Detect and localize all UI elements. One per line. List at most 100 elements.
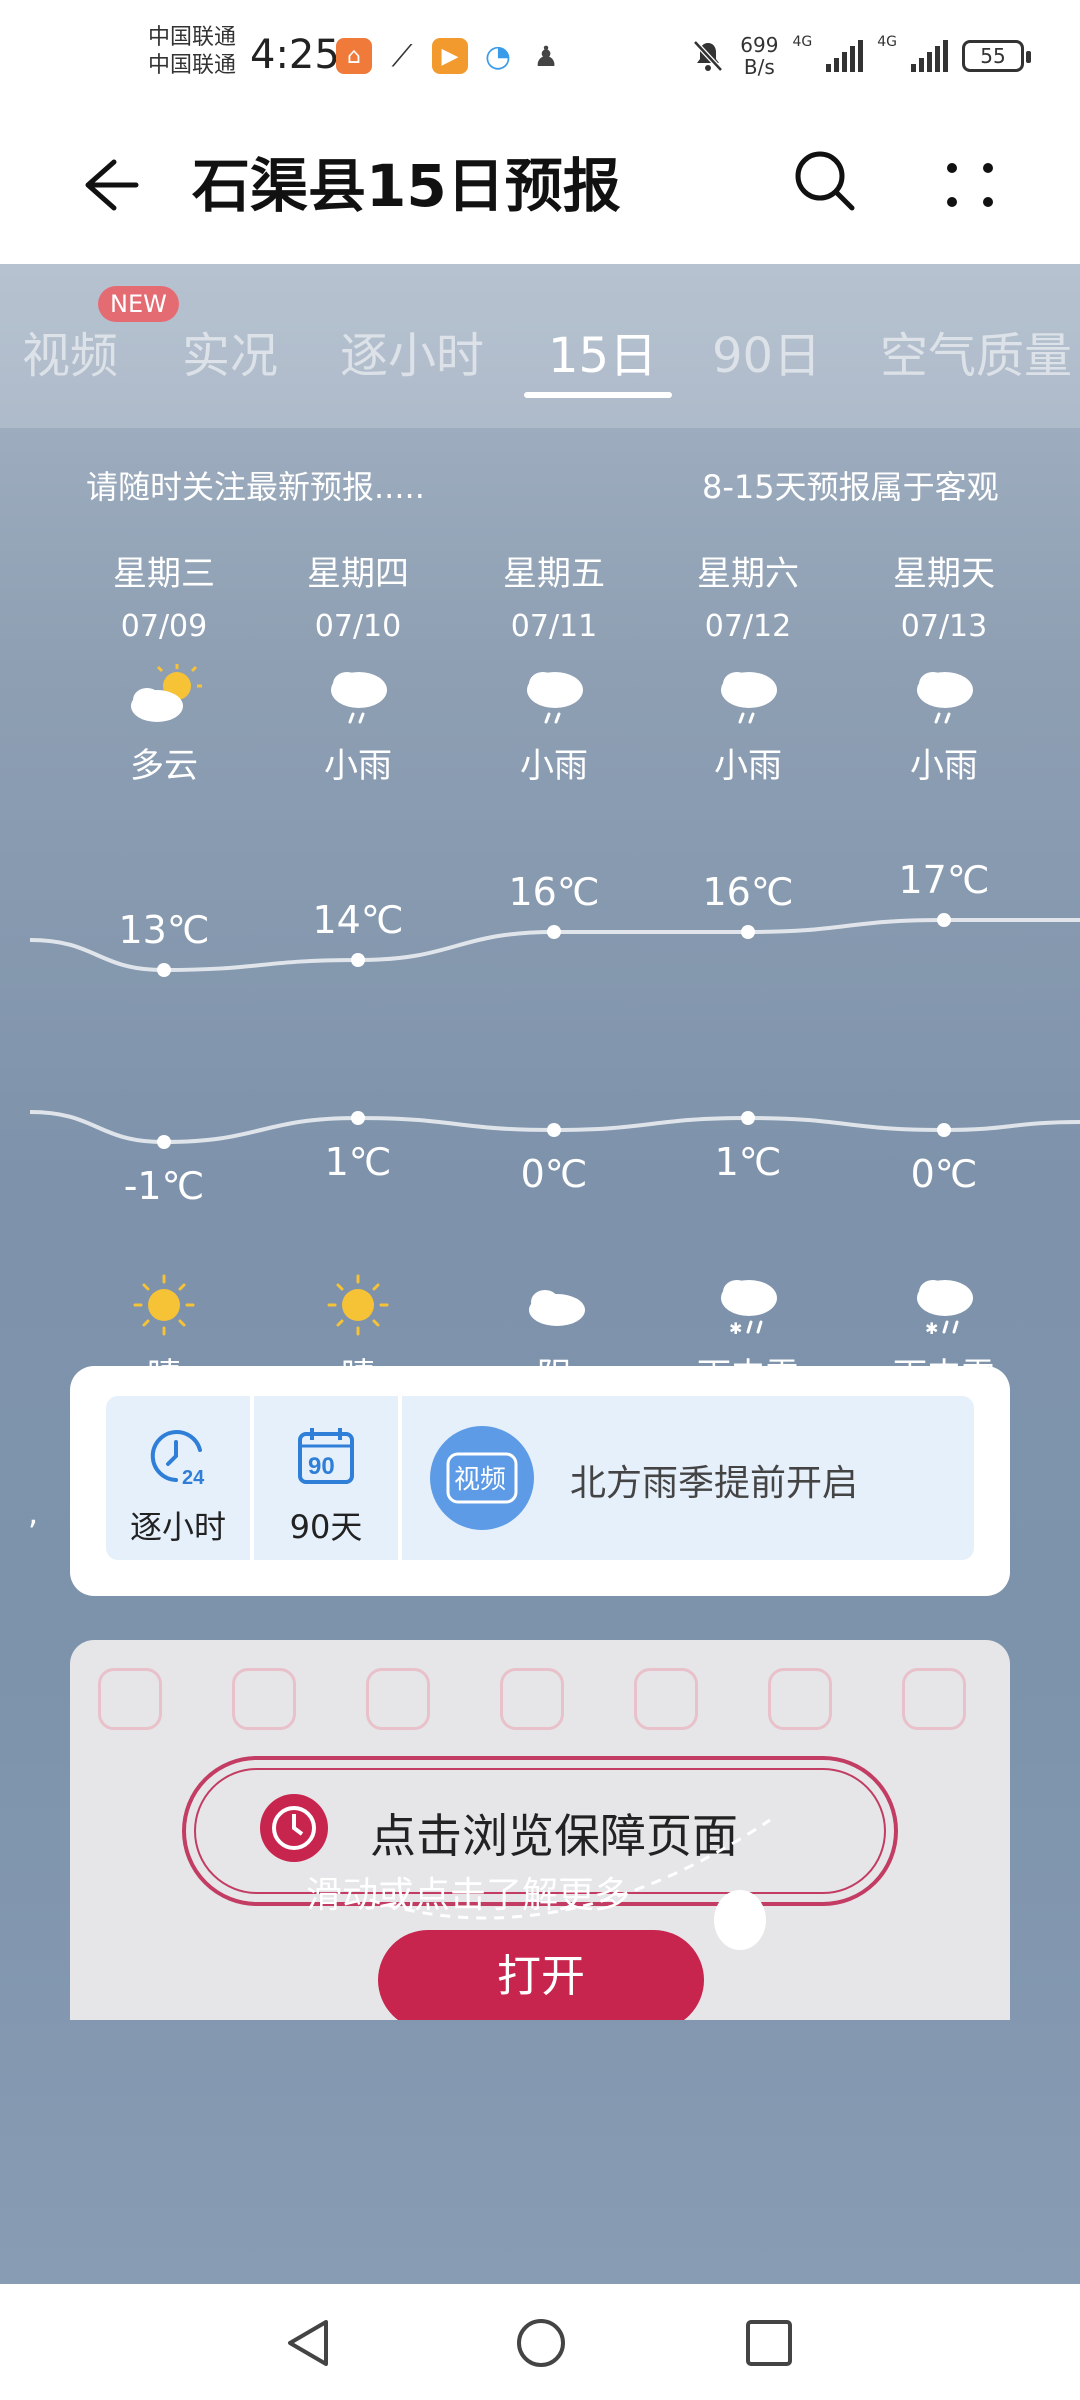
carrier-labels: 中国联通 中国联通	[148, 24, 236, 80]
leading-comma: ,	[28, 1494, 39, 1532]
day-name: 星期三	[113, 554, 215, 594]
light-rain-icon	[273, 660, 443, 730]
upload-icon	[98, 1668, 162, 1730]
high-temp-dot	[547, 925, 561, 939]
high-temp: 13℃	[118, 908, 210, 952]
day-weather: 多云	[130, 746, 198, 786]
high-temp: 16℃	[702, 870, 794, 914]
video-title: 北方雨季提前开启	[570, 1463, 859, 1504]
sun-icon	[79, 1270, 249, 1340]
page-title: 石渠县15日预报	[192, 152, 621, 220]
day-weather: 小雨	[910, 746, 978, 786]
notification-icons: ⌂ ⟋ ▶ ◔ ♟	[336, 38, 564, 74]
ad-hint: 滑动或点击了解更多	[306, 1875, 631, 1916]
net-speed: 699 B/s	[740, 34, 778, 78]
carrier-2: 中国联通	[148, 53, 237, 78]
link-app-icon: ⟋	[384, 38, 420, 74]
day-weather: 小雨	[324, 746, 392, 786]
speed-unit: B/s	[743, 55, 775, 79]
day-weather: 小雨	[520, 746, 588, 786]
penguin-app-icon: ♟	[528, 38, 564, 74]
day-forecast-2[interactable]: 星期五 07/11 小雨	[469, 546, 639, 787]
nav-back-icon[interactable]	[282, 2316, 336, 2370]
svg-text:✱: ✱	[925, 1319, 938, 1338]
back-arrow-icon[interactable]	[74, 150, 144, 220]
high-temp: 17℃	[898, 858, 990, 902]
video-badge: 视频	[430, 1426, 534, 1530]
shortcut-card: 24 逐小时 90 90天 视频 北方雨季提前开启	[70, 1366, 1010, 1596]
speed-value: 699	[740, 33, 779, 57]
ad-decor-icons	[98, 1668, 966, 1730]
video-app-icon: ▶	[432, 38, 468, 74]
upload-icon	[500, 1668, 564, 1730]
sleet-icon: ✱	[663, 1270, 833, 1340]
day-name: 星期六	[697, 554, 799, 594]
search-icon[interactable]	[790, 146, 860, 216]
video-icon: 视频	[446, 1452, 518, 1504]
low-temp: 1℃	[324, 1140, 392, 1184]
system-status: 699 B/s 4G 4G 55	[690, 34, 1031, 78]
mute-bell-icon	[693, 40, 724, 72]
upload-icon	[232, 1668, 296, 1730]
days90-label: 90天	[289, 1508, 363, 1546]
sun-icon	[273, 1270, 443, 1340]
day-weather: 小雨	[714, 746, 782, 786]
network-type-1: 4G	[792, 34, 813, 50]
high-temp-dot	[741, 925, 755, 939]
day-name: 星期四	[307, 554, 409, 594]
upload-icon	[634, 1668, 698, 1730]
high-temp-dot	[937, 913, 951, 927]
hourly-shortcut[interactable]: 24 逐小时	[106, 1396, 250, 1560]
sleet-icon: ✱	[859, 1270, 1029, 1340]
low-temp-dot	[741, 1111, 755, 1125]
day-date: 07/10	[314, 609, 402, 644]
light-rain-icon	[663, 660, 833, 730]
day-forecast-0[interactable]: 星期三 07/09 多云	[79, 546, 249, 787]
status-bar: 中国联通 中国联通 4:25 ⌂ ⟋ ▶ ◔ ♟ 699 B/s 4G 4G 5…	[0, 0, 1080, 110]
app-header: 石渠县15日预报	[0, 110, 1080, 264]
home-app-icon: ⌂	[336, 38, 372, 74]
battery-icon: 55	[962, 40, 1031, 72]
video-badge-text: 视频	[454, 1465, 506, 1495]
low-temp-dot	[937, 1123, 951, 1137]
signal-1-icon	[826, 40, 864, 72]
low-temp: -1℃	[123, 1164, 205, 1208]
system-nav-bar	[0, 2284, 1080, 2400]
low-temp-dot	[547, 1123, 561, 1137]
day-date: 07/09	[120, 609, 208, 644]
ad-timer-icon	[260, 1794, 328, 1862]
partly-cloudy-icon	[79, 660, 249, 730]
day-forecast-3[interactable]: 星期六 07/12 小雨	[663, 546, 833, 787]
overcast-icon	[469, 1270, 639, 1340]
day-forecast-1[interactable]: 星期四 07/10 小雨	[273, 546, 443, 787]
low-temp-dot	[157, 1135, 171, 1149]
day-forecast-4[interactable]: 星期天 07/13 小雨	[859, 546, 1029, 787]
day-date: 07/12	[704, 609, 792, 644]
day-date: 07/13	[900, 609, 988, 644]
calendar-90-icon: 90	[298, 1428, 354, 1484]
low-temp-dot	[351, 1111, 365, 1125]
light-rain-icon	[469, 660, 639, 730]
high-temp: 16℃	[508, 870, 600, 914]
high-temp-dot	[157, 963, 171, 977]
days90-shortcut[interactable]: 90 90天	[254, 1396, 398, 1560]
upload-icon	[902, 1668, 966, 1730]
upload-icon	[366, 1668, 430, 1730]
hourly-label: 逐小时	[129, 1508, 226, 1546]
day-name: 星期五	[503, 554, 605, 594]
nav-home-icon[interactable]	[514, 2316, 568, 2370]
ad-banner[interactable]: 点击浏览保障页面 打开	[70, 1640, 1010, 2020]
signal-2-icon	[911, 40, 948, 72]
nav-recents-icon[interactable]	[744, 2318, 794, 2368]
low-temp: 0℃	[520, 1152, 588, 1196]
network-type-2: 4G	[877, 34, 897, 50]
high-temp: 14℃	[312, 898, 404, 942]
low-temp: 0℃	[910, 1152, 978, 1196]
more-options-icon[interactable]	[940, 150, 1000, 220]
clock-24-icon-text: 24	[182, 1467, 205, 1488]
video-news-item[interactable]: 视频 北方雨季提前开启	[402, 1396, 974, 1560]
carrier-1: 中国联通	[148, 25, 237, 50]
high-temp-dot	[351, 953, 365, 967]
upload-icon	[768, 1668, 832, 1730]
day-date: 07/11	[510, 609, 598, 644]
